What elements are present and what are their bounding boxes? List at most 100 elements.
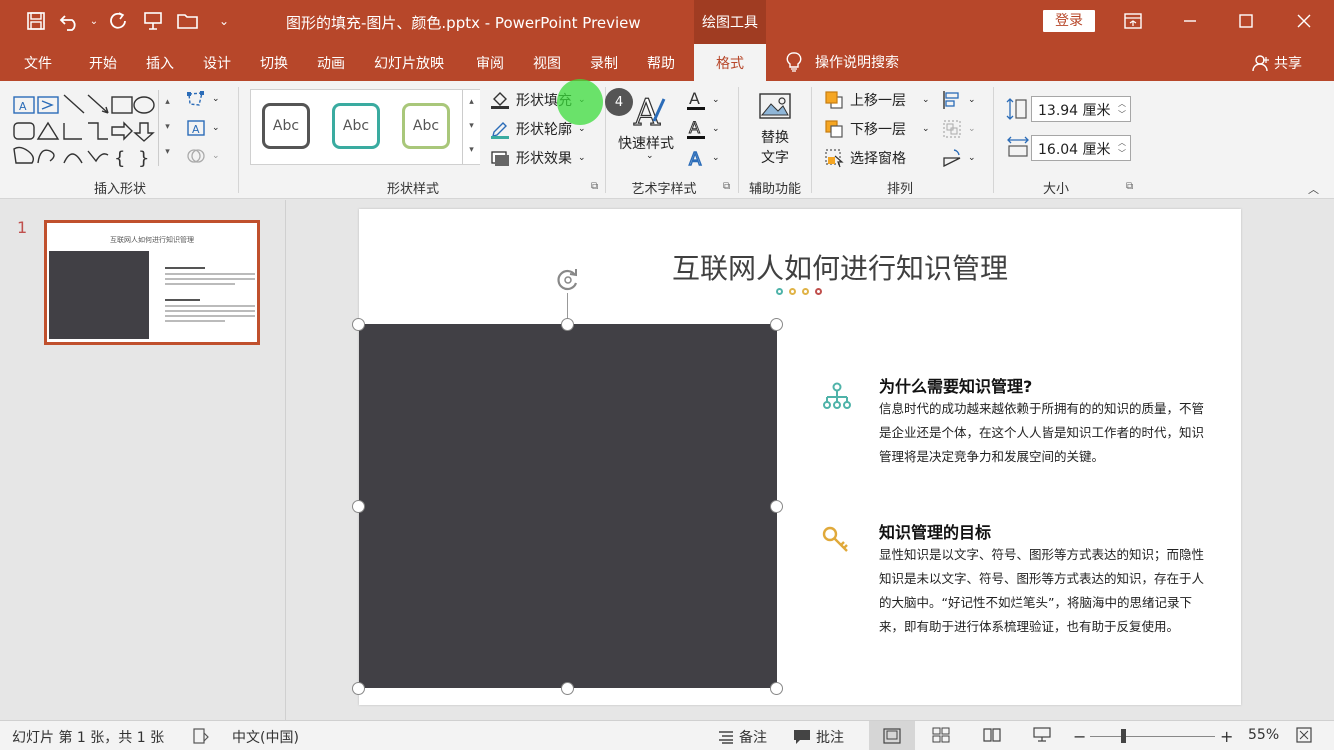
hierarchy-icon [823, 382, 851, 409]
shape-styles-launcher-icon[interactable]: ⧉ [591, 181, 598, 192]
maximize-icon[interactable] [1226, 6, 1266, 36]
svg-text:A: A [19, 100, 27, 113]
collapse-ribbon-icon[interactable]: ︿ [1308, 181, 1319, 197]
group-accessibility: 辅助功能 [748, 182, 801, 197]
comments-button[interactable]: 批注 [793, 727, 844, 747]
thumbnail-line [165, 283, 235, 285]
zoom-slider-thumb[interactable] [1121, 729, 1126, 743]
merge-shapes-button[interactable]: ⌄ [186, 147, 220, 165]
shape-styles-scroll[interactable]: ▴ ▾ ▾ [462, 90, 480, 164]
resize-handle-top-right[interactable] [770, 318, 783, 331]
zoom-slider[interactable] [1090, 736, 1215, 737]
style-sample-3[interactable]: Abc [402, 103, 450, 149]
lightbulb-icon [786, 52, 802, 72]
undo-icon[interactable] [58, 9, 82, 33]
tab-insert[interactable]: 插入 [146, 53, 174, 73]
tell-me-search[interactable]: 操作说明搜索 [785, 52, 899, 72]
slide-title[interactable]: 互联网人如何进行知识管理 [359, 247, 1241, 287]
style-sample-2[interactable]: Abc [332, 103, 380, 149]
rotate-button[interactable]: ⌄ [942, 148, 976, 168]
close-icon[interactable] [1284, 6, 1324, 36]
shapes-gallery[interactable]: A { } [10, 89, 178, 169]
normal-view-button[interactable] [869, 721, 915, 750]
slide-thumbnail[interactable]: 互联网人如何进行知识管理 [44, 220, 260, 345]
redo-icon[interactable] [106, 9, 130, 33]
group-objects-button[interactable]: ⌄ [942, 119, 976, 139]
slide[interactable]: 互联网人如何进行知识管理 为什么需要知识管理? 信息时代的成功越来越依赖于所拥有… [352, 209, 1241, 705]
tab-record[interactable]: 录制 [590, 53, 618, 73]
section2-heading[interactable]: 知识管理的目标 [879, 519, 991, 543]
style-sample-1[interactable]: Abc [262, 103, 310, 149]
title-dot-4 [815, 288, 822, 295]
tab-review[interactable]: 审阅 [476, 53, 504, 73]
width-spinner-icon[interactable]: ︿ ﹀ [1118, 137, 1126, 159]
height-spinner-icon[interactable]: ︿ ﹀ [1118, 98, 1126, 120]
bring-forward-button[interactable]: 上移一层 ⌄ [824, 90, 930, 110]
reading-view-icon[interactable] [983, 727, 1001, 743]
text-fill-button[interactable]: A ⌄ [686, 89, 720, 111]
ribbon-display-icon[interactable] [1113, 6, 1153, 36]
notes-button[interactable]: 备注 [718, 727, 767, 747]
shape-width-input[interactable]: 16.04 厘米 ︿ ﹀ [1031, 135, 1131, 161]
zoom-level[interactable]: 55% [1248, 727, 1279, 743]
resize-handle-top[interactable] [561, 318, 574, 331]
text-effects-button[interactable]: A ⌄ [686, 147, 719, 169]
tab-view[interactable]: 视图 [533, 53, 561, 73]
zoom-in-icon[interactable]: + [1220, 727, 1233, 746]
tab-home[interactable]: 开始 [89, 53, 117, 73]
shapes-gallery-scroll[interactable]: ▴ ▾ ▾ [158, 90, 176, 166]
slide-sorter-icon[interactable] [932, 727, 950, 743]
send-backward-button[interactable]: 下移一层 ⌄ [824, 119, 930, 139]
notes-icon [719, 731, 733, 744]
tab-file[interactable]: 文件 [24, 53, 52, 73]
customize-toolbar-icon[interactable]: ⌄ [212, 9, 236, 33]
open-folder-icon[interactable] [176, 9, 200, 33]
section1-body[interactable]: 信息时代的成功越来越依赖于所拥有的的知识的质量，不管是企业还是个体，在这个人人皆… [879, 397, 1209, 469]
resize-handle-left[interactable] [352, 500, 365, 513]
slide-thumbnail-pane: 1 互联网人如何进行知识管理 [0, 200, 286, 720]
save-icon[interactable] [24, 9, 48, 33]
present-icon[interactable] [141, 9, 165, 33]
tab-format[interactable]: 格式 [694, 44, 766, 81]
selection-pane-label: 选择窗格 [850, 151, 906, 167]
text-outline-icon: A [687, 118, 705, 139]
minimize-icon[interactable] [1170, 6, 1210, 36]
rotate-handle-icon[interactable] [555, 267, 581, 293]
share-button[interactable]: 共享 [1252, 53, 1302, 73]
section2-body[interactable]: 显性知识是以文字、符号、图形等方式表达的知识；而隐性知识是未以文字、符号、图形等… [879, 543, 1209, 639]
selected-rectangle-shape[interactable] [359, 324, 777, 688]
shape-effects-button[interactable]: 形状效果 ⌄ [490, 148, 586, 168]
selection-pane-button[interactable]: 选择窗格 [824, 148, 906, 168]
resize-handle-top-left[interactable] [352, 318, 365, 331]
thumbnail-number: 1 [17, 218, 28, 237]
shape-height-icon [1006, 98, 1027, 120]
align-button[interactable]: ⌄ [942, 90, 976, 110]
wordart-launcher-icon[interactable]: ⧉ [723, 181, 730, 192]
zoom-out-icon[interactable]: − [1073, 727, 1086, 746]
resize-handle-right[interactable] [770, 500, 783, 513]
draw-textbox-button[interactable]: A ⌄ [186, 119, 220, 137]
slideshow-view-icon[interactable] [1033, 727, 1051, 743]
resize-handle-bottom-left[interactable] [352, 682, 365, 695]
resize-handle-bottom-right[interactable] [770, 682, 783, 695]
tab-animations[interactable]: 动画 [317, 53, 345, 73]
group-objects-icon [943, 120, 961, 138]
accessibility-check-icon[interactable] [192, 727, 210, 745]
alt-text-button[interactable]: 替换 文字 [748, 91, 802, 171]
section1-heading[interactable]: 为什么需要知识管理? [879, 373, 1032, 397]
login-button[interactable]: 登录 [1043, 10, 1095, 32]
thumbnail-line [165, 315, 255, 317]
fit-to-window-icon[interactable] [1296, 727, 1312, 743]
size-launcher-icon[interactable]: ⧉ [1126, 181, 1133, 192]
shape-height-input[interactable]: 13.94 厘米 ︿ ﹀ [1031, 96, 1131, 122]
undo-dropdown-icon[interactable]: ⌄ [82, 9, 106, 33]
resize-handle-bottom[interactable] [561, 682, 574, 695]
language-indicator[interactable]: 中文(中国) [232, 727, 299, 747]
group-wordart-styles: 艺术字样式 [631, 182, 697, 197]
tab-help[interactable]: 帮助 [647, 53, 675, 73]
tab-slideshow[interactable]: 幻灯片放映 [374, 53, 444, 73]
tab-transitions[interactable]: 切换 [260, 53, 288, 73]
tab-design[interactable]: 设计 [203, 53, 231, 73]
edit-shape-button[interactable]: ⌄ [186, 90, 220, 108]
text-outline-button[interactable]: A ⌄ [686, 118, 720, 140]
